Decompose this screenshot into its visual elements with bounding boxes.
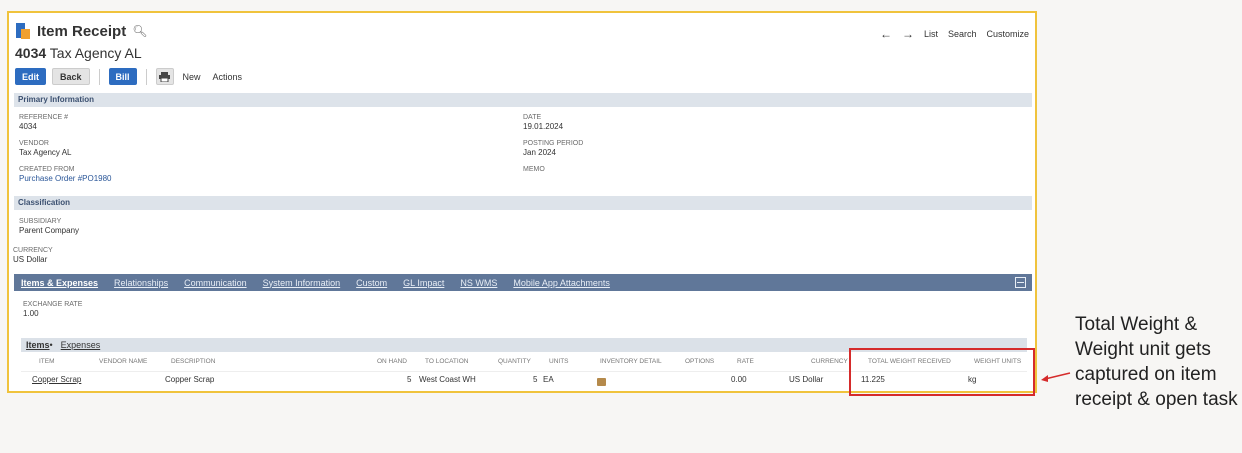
print-button[interactable] [155,68,174,85]
next-arrow-icon[interactable]: → [902,27,914,41]
list-link[interactable]: List [924,29,938,39]
collapse-tabs-icon[interactable] [1015,277,1026,288]
row-description: Copper Scrap [165,375,215,384]
subsidiary-label: SUBSIDIARY [19,218,62,225]
action-toolbar: Edit Back Bill New Actions [15,68,245,85]
search-icon[interactable]: 🔍︎ [132,24,147,38]
created-from-field: CREATED FROM Purchase Order #PO1980 [19,166,112,183]
tab-mobile-app-attachments[interactable]: Mobile App Attachments [513,278,610,288]
created-from-link[interactable]: Purchase Order #PO1980 [19,174,112,183]
record-number: 4034 [15,45,47,61]
toolbar-divider [145,68,147,85]
subtab-expenses[interactable]: Expenses [61,340,101,350]
exchange-rate-field: EXCHANGE RATE 1.00 [23,301,82,318]
currency-field: CURRENCY US Dollar [13,247,53,264]
record-header: Item Receipt 🔍︎ [15,22,147,40]
row-quantity: 5 [533,375,538,384]
search-link[interactable]: Search [948,29,977,39]
record-subtitle: 4034 Tax Agency AL [15,45,142,61]
subtab-items-label: Items [26,340,50,350]
col-rate[interactable]: RATE [737,358,754,365]
date-value: 19.01.2024 [523,122,564,131]
actions-menu[interactable]: Actions [210,72,246,82]
col-vendor-name[interactable]: VENDOR NAME [99,358,147,365]
posting-period-value: Jan 2024 [523,148,556,157]
col-currency[interactable]: CURRENCY [811,358,848,365]
col-to-location[interactable]: TO LOCATION [425,358,468,365]
row-rate: 0.00 [731,375,747,384]
posting-period-field: POSTING PERIOD Jan 2024 [523,140,583,157]
memo-label: MEMO [523,166,545,173]
record-type-title: Item Receipt [37,22,127,40]
classification-header[interactable]: Classification [14,196,1032,210]
tab-communication[interactable]: Communication [184,278,247,288]
back-button[interactable]: Back [52,68,90,85]
netsuite-record-frame: Item Receipt 🔍︎ ← → List Search Customiz… [7,11,1037,393]
row-currency: US Dollar [789,375,824,384]
subsidiary-value: Parent Company [19,226,80,235]
exchange-rate-value: 1.00 [23,309,39,318]
toolbar-divider [98,68,100,85]
printer-icon [159,71,171,82]
subsidiary-field: SUBSIDIARY Parent Company [19,218,79,235]
annotation-callout: Total Weight & Weight unit gets captured… [1075,314,1238,410]
row-item-link[interactable]: Copper Scrap [32,375,81,384]
primary-information-header[interactable]: Primary Information [14,93,1032,107]
tab-relationships[interactable]: Relationships [114,278,168,288]
col-item[interactable]: ITEM [39,358,55,365]
row-to-location: West Coast WH [419,375,476,384]
tab-system-information[interactable]: System Information [263,278,341,288]
row-on-hand: 5 [407,375,412,384]
customize-link[interactable]: Customize [986,29,1029,39]
currency-label: CURRENCY [13,247,53,254]
reference-label: REFERENCE # [19,114,69,121]
record-name: Tax Agency AL [49,45,142,61]
col-quantity[interactable]: QUANTITY [498,358,531,365]
col-units[interactable]: UNITS [549,358,569,365]
bill-button[interactable]: Bill [108,68,137,85]
row-units: EA [543,375,554,384]
currency-value: US Dollar [13,255,48,264]
previous-arrow-icon[interactable]: ← [880,27,892,41]
record-navigation: ← → List Search Customize [880,27,1029,41]
col-on-hand[interactable]: ON HAND [377,358,407,365]
reference-value: 4034 [19,122,37,131]
col-inventory-detail[interactable]: INVENTORY DETAIL [600,358,662,365]
col-options[interactable]: OPTIONS [685,358,714,365]
highlight-box [849,348,1035,396]
exchange-rate-label: EXCHANGE RATE [23,301,83,308]
subtab-items[interactable]: Items• [26,340,53,350]
item-receipt-icon [15,22,31,40]
vendor-field: VENDOR Tax Agency AL [19,140,71,157]
date-field: DATE 19.01.2024 [523,114,563,131]
new-button[interactable]: New [180,72,204,82]
created-from-label: CREATED FROM [19,166,75,173]
reference-field: REFERENCE # 4034 [19,114,68,131]
edit-button[interactable]: Edit [15,68,46,85]
date-label: DATE [523,114,542,121]
posting-period-label: POSTING PERIOD [523,140,584,147]
record-tab-bar: Items & Expenses Relationships Communica… [14,274,1032,291]
tab-gl-impact[interactable]: GL Impact [403,278,444,288]
subtab-items-marker: • [49,340,53,350]
tab-custom[interactable]: Custom [356,278,387,288]
callout-arrow-icon [1041,372,1071,382]
tab-ns-wms[interactable]: NS WMS [460,278,497,288]
vendor-value: Tax Agency AL [19,148,72,157]
memo-field: MEMO [523,166,545,173]
tab-items-expenses[interactable]: Items & Expenses [21,278,98,288]
vendor-label: VENDOR [19,140,49,147]
col-description[interactable]: DESCRIPTION [171,358,215,365]
